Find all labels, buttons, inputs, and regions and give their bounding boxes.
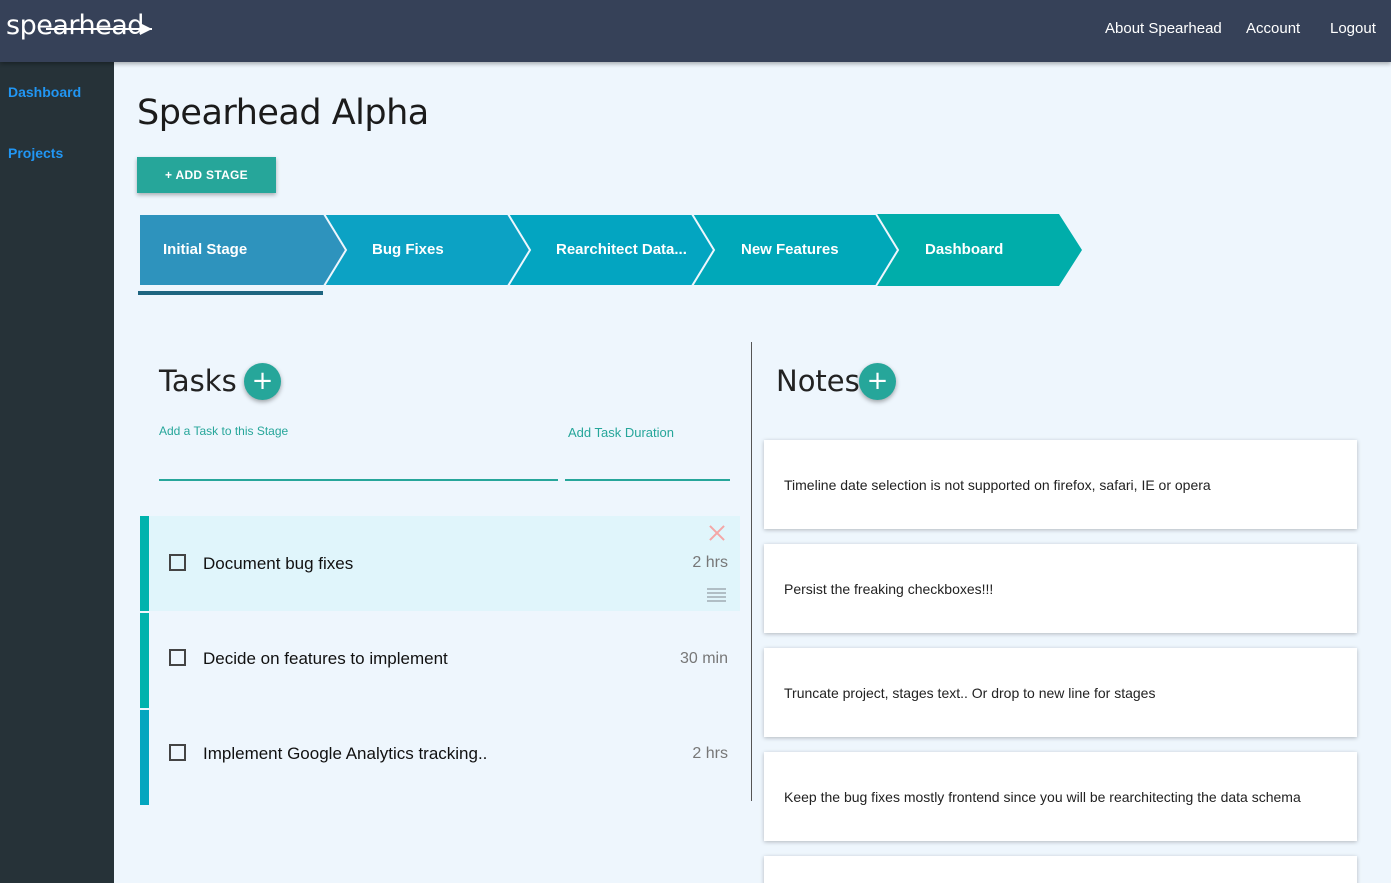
add-note-button[interactable]: +: [859, 363, 896, 400]
task-duration: 2 hrs: [692, 745, 728, 762]
nav-about-link[interactable]: About Spearhead: [1105, 20, 1222, 37]
task-duration-input[interactable]: [565, 448, 730, 478]
nav-account-link[interactable]: Account: [1246, 20, 1300, 37]
task-checkbox[interactable]: [169, 649, 186, 666]
section-divider: [751, 342, 752, 801]
nav-logout-link[interactable]: Logout: [1330, 20, 1376, 37]
note-text: Truncate project, stages text.. Or drop …: [784, 685, 1156, 701]
task-checkbox[interactable]: [169, 554, 186, 571]
note-card[interactable]: Persist the freaking checkboxes!!!: [764, 544, 1357, 633]
task-checkbox[interactable]: [169, 744, 186, 761]
note-text: Timeline date selection is not supported…: [784, 477, 1211, 493]
stage-label: Bug Fixes: [372, 241, 444, 258]
note-text: Keep the bug fixes mostly frontend since…: [784, 789, 1301, 805]
task-row[interactable]: Implement Google Analytics tracking.. 2 …: [140, 710, 740, 805]
task-duration: 2 hrs: [692, 554, 728, 571]
sidebar-item-projects[interactable]: Projects: [8, 145, 63, 161]
task-name-label: Add a Task to this Stage: [159, 424, 289, 438]
logo-arrow-icon: [140, 23, 152, 35]
task-row[interactable]: Decide on features to implement 30 min: [140, 613, 740, 708]
sidebar: Dashboard Projects: [0, 62, 114, 883]
sidebar-item-dashboard[interactable]: Dashboard: [8, 84, 81, 100]
note-text: Persist the freaking checkboxes!!!: [784, 581, 994, 597]
logo-text: spearhead: [6, 10, 144, 41]
task-duration-underline: [565, 479, 730, 481]
plus-icon: +: [251, 366, 274, 396]
drag-handle-icon[interactable]: [707, 588, 726, 602]
stage-label: New Features: [741, 241, 839, 258]
active-stage-indicator: [138, 291, 323, 295]
plus-icon: +: [866, 366, 889, 396]
task-row[interactable]: Document bug fixes 2 hrs: [140, 516, 740, 611]
note-card[interactable]: Timeline date selection is not supported…: [764, 440, 1357, 529]
notes-heading: Notes: [776, 364, 860, 398]
task-duration: 30 min: [679, 650, 728, 667]
task-duration-label: Add Task Duration: [568, 425, 674, 440]
top-navbar: spearhead About Spearhead Account Logout: [0, 0, 1391, 62]
task-text: Document bug fixes: [203, 554, 354, 573]
stage-label: Initial Stage: [163, 241, 248, 258]
task-text: Implement Google Analytics tracking..: [203, 744, 488, 763]
task-status-bar: [140, 516, 149, 611]
task-text: Decide on features to implement: [203, 649, 448, 668]
add-stage-button[interactable]: + ADD STAGE: [137, 157, 276, 193]
task-status-bar: [140, 710, 149, 805]
note-card-partial[interactable]: [764, 856, 1357, 883]
page-title: Spearhead Alpha: [137, 93, 429, 133]
note-card[interactable]: Truncate project, stages text.. Or drop …: [764, 648, 1357, 737]
stage-label: Dashboard: [925, 241, 1004, 258]
note-card[interactable]: Keep the bug fixes mostly frontend since…: [764, 752, 1357, 841]
tasks-heading: Tasks: [159, 364, 237, 398]
task-status-bar: [140, 613, 149, 708]
task-name-input[interactable]: [159, 448, 557, 478]
logo-strike-line: [46, 28, 152, 30]
stage-timeline: Dashboard New Features Rearchitect Data.…: [138, 214, 1088, 286]
task-name-underline: [159, 479, 558, 481]
delete-task-icon[interactable]: [707, 523, 727, 543]
stage-label: Rearchitect Data...: [556, 241, 687, 258]
add-task-button[interactable]: +: [244, 363, 281, 400]
